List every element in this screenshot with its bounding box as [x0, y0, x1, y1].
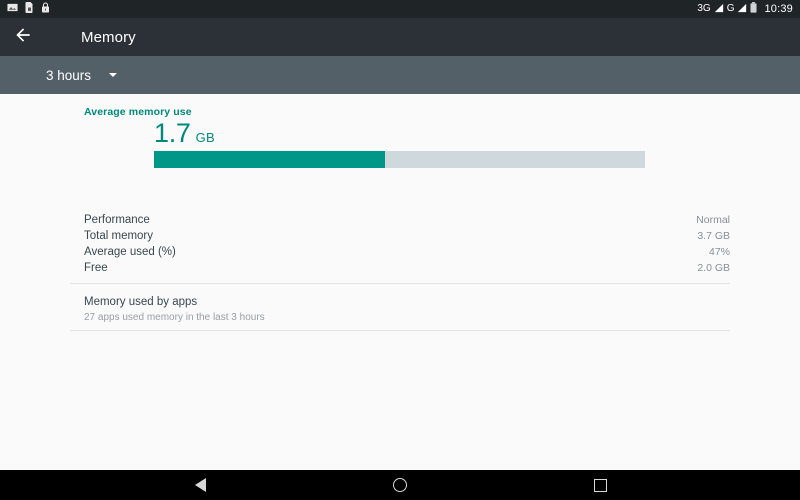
back-button[interactable] — [0, 18, 46, 56]
network-type-2-label: G — [726, 3, 735, 14]
battery-icon — [750, 0, 757, 18]
memory-used-by-apps-title: Memory used by apps — [84, 296, 198, 308]
app-bar: Memory — [0, 18, 800, 56]
stat-key: Free — [84, 262, 108, 274]
navigation-bar — [0, 470, 800, 500]
status-bar: 3G G 10:39 — [0, 0, 800, 18]
divider-bottom — [70, 330, 730, 331]
table-row: Free 2.0 GB — [84, 260, 730, 276]
memory-stats-list: Performance Normal Total memory 3.7 GB A… — [84, 212, 730, 276]
time-range-label: 3 hours — [46, 67, 92, 83]
average-memory-unit: GB — [195, 130, 215, 145]
table-row: Average used (%) 47% — [84, 244, 730, 260]
memory-used-by-apps-item[interactable]: Memory used by apps 27 apps used memory … — [84, 294, 265, 325]
lock-icon — [41, 0, 50, 18]
memory-usage-bar-fill — [154, 151, 385, 168]
time-range-spinner[interactable]: 3 hours — [46, 67, 118, 83]
subheader-bar: 3 hours — [0, 56, 800, 94]
arrow-back-icon — [13, 25, 33, 50]
stat-value: 47% — [708, 246, 730, 258]
nav-home-button[interactable] — [300, 470, 500, 500]
table-row: Performance Normal — [84, 212, 730, 228]
divider-top — [70, 283, 730, 284]
signal-bars-1-icon — [714, 0, 724, 18]
nav-home-icon — [393, 478, 407, 492]
nav-recents-icon — [593, 478, 607, 492]
average-memory-use-label: Average memory use — [84, 106, 192, 118]
stat-key: Average used (%) — [84, 246, 176, 258]
main-content: Average memory use 1.7 GB Performance No… — [0, 94, 800, 470]
memory-usage-bar-track — [154, 151, 645, 168]
signal-bars-2-icon — [737, 0, 747, 18]
memory-used-by-apps-subtitle: 27 apps used memory in the last 3 hours — [84, 312, 265, 323]
average-memory-value: 1.7 GB — [154, 120, 215, 147]
sim-card-icon — [25, 0, 34, 18]
chevron-down-icon — [109, 73, 118, 77]
stat-value: Normal — [696, 214, 730, 226]
stat-key: Performance — [84, 214, 150, 226]
nav-back-button[interactable] — [100, 470, 300, 500]
android-memory-screen: 3G G 10:39 Memory 3 hours Average memory… — [0, 0, 800, 500]
nav-recents-button[interactable] — [500, 470, 700, 500]
status-bar-clock: 10:39 — [764, 3, 793, 15]
stat-value: 2.0 GB — [697, 262, 730, 274]
page-title: Memory — [81, 28, 136, 46]
table-row: Total memory 3.7 GB — [84, 228, 730, 244]
stat-value: 3.7 GB — [697, 230, 730, 242]
screenshot-icon — [7, 0, 18, 18]
network-type-1-label: 3G — [697, 3, 711, 14]
nav-back-icon — [194, 478, 206, 492]
average-memory-number: 1.7 — [154, 118, 191, 148]
stat-key: Total memory — [84, 230, 154, 242]
status-bar-left-icons — [7, 0, 50, 18]
status-bar-right-icons: 3G G 10:39 — [697, 0, 793, 18]
